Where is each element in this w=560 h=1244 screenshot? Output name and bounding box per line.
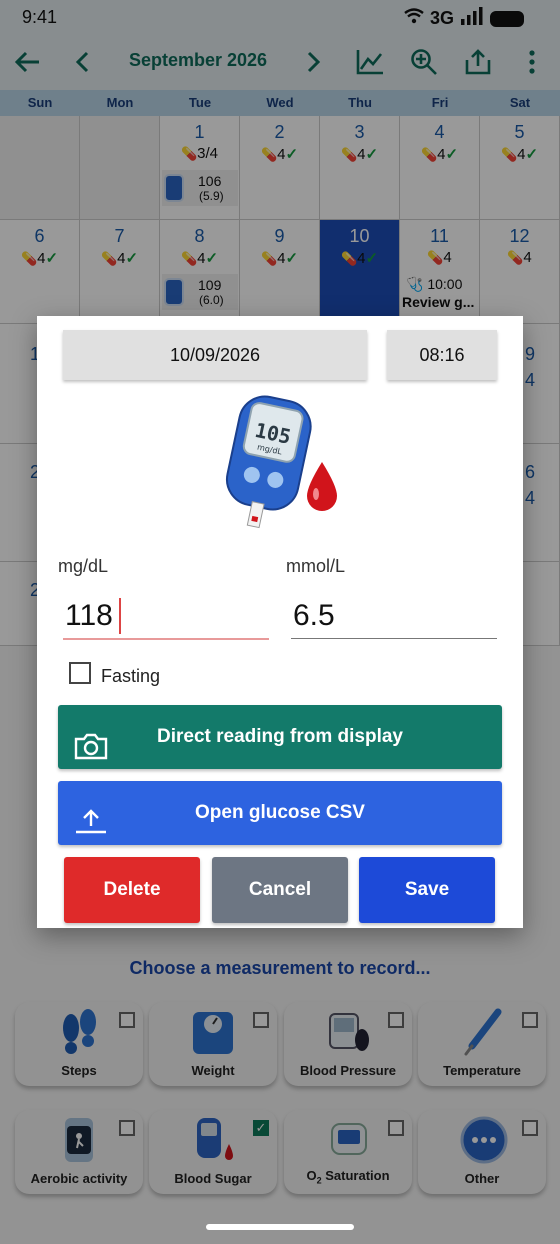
fasting-label[interactable]: Fasting <box>101 666 160 687</box>
text-cursor <box>119 598 121 634</box>
time-picker-button[interactable]: 08:16 <box>387 330 497 380</box>
mmol-value-input[interactable] <box>289 592 497 640</box>
fasting-checkbox[interactable] <box>69 662 91 684</box>
upload-icon <box>74 799 108 834</box>
glucometer-illustration-icon: 105 mg/dL <box>219 392 341 532</box>
mmol-input-underline <box>291 638 497 639</box>
open-csv-label: Open glucose CSV <box>195 802 365 823</box>
mmol-unit-label: mmol/L <box>286 556 346 576</box>
delete-button[interactable]: Delete <box>64 857 200 923</box>
camera-icon <box>74 723 108 760</box>
open-csv-button[interactable]: Open glucose CSV <box>58 781 502 845</box>
cancel-button[interactable]: Cancel <box>212 857 348 923</box>
direct-reading-button[interactable]: Direct reading from display <box>58 705 502 769</box>
home-indicator[interactable] <box>206 1224 354 1230</box>
mg-input-underline <box>63 638 269 640</box>
blood-sugar-dialog: 10/09/2026 08:16 105 mg/dL mg/dL mmol/L … <box>37 316 523 928</box>
mg-unit-label: mg/dL <box>58 556 109 576</box>
direct-reading-label: Direct reading from display <box>156 726 403 747</box>
save-button[interactable]: Save <box>359 857 495 923</box>
mg-value-input[interactable] <box>61 592 269 640</box>
date-picker-button[interactable]: 10/09/2026 <box>63 330 367 380</box>
